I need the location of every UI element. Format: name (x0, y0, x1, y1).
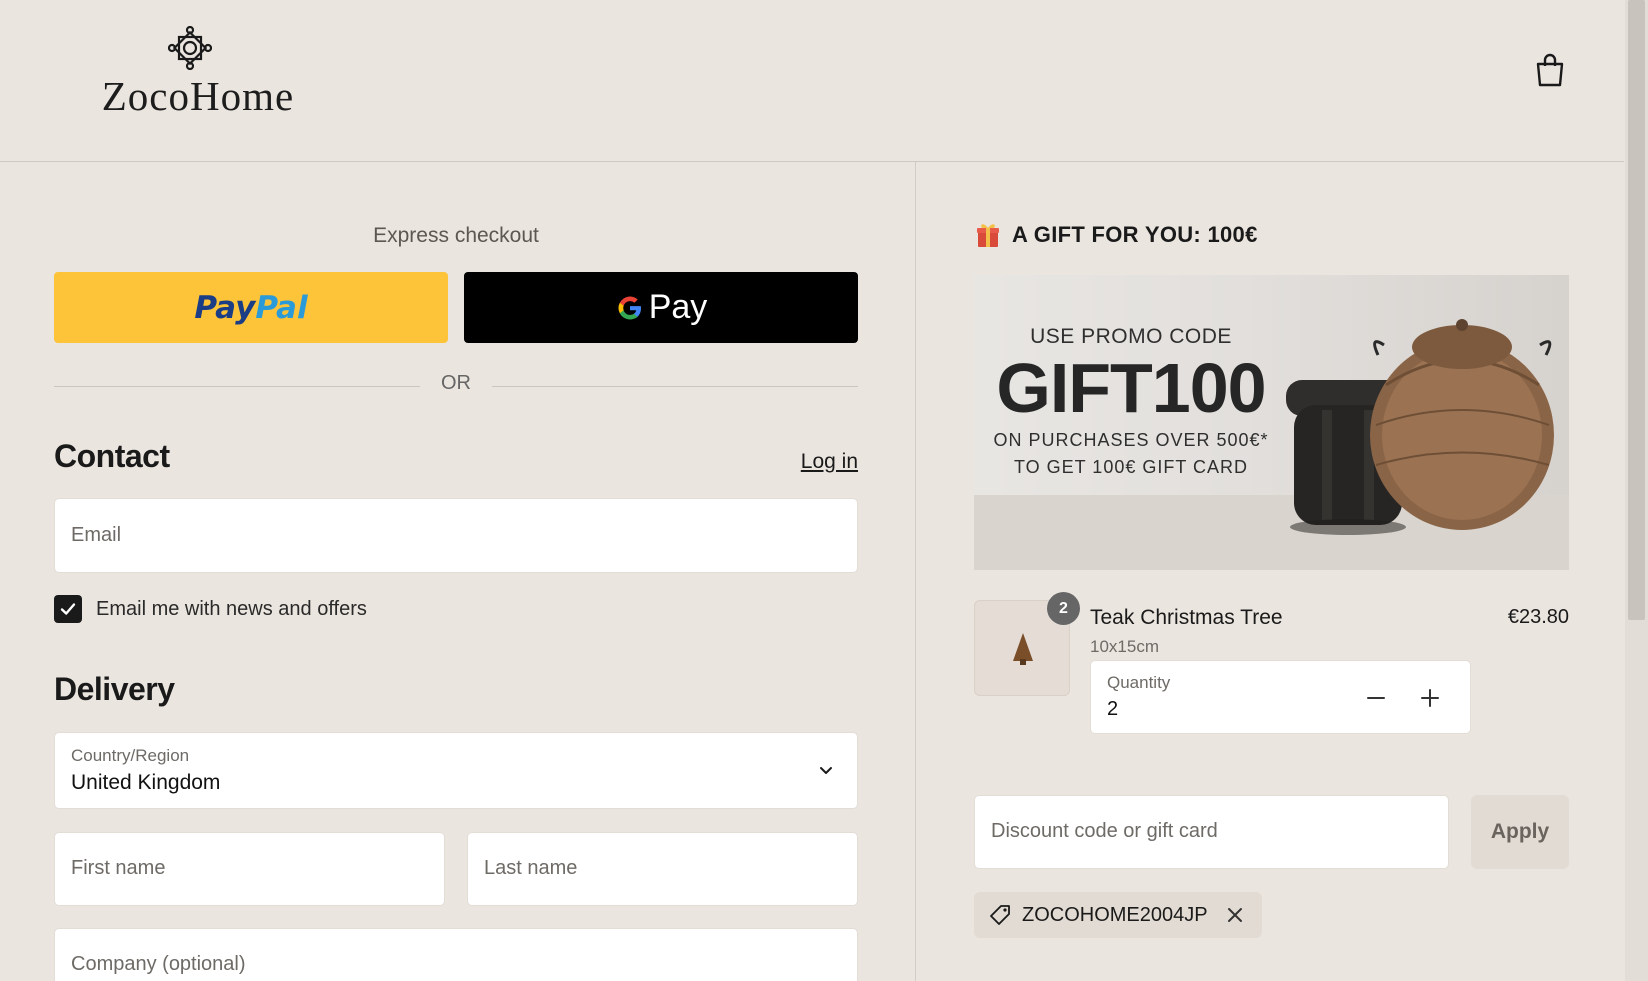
country-value: United Kingdom (71, 771, 221, 794)
minus-icon[interactable] (1363, 685, 1389, 711)
quantity-badge: 2 (1047, 592, 1080, 625)
discount-placeholder: Discount code or gift card (991, 820, 1218, 842)
divider-line (54, 386, 420, 387)
discount-input[interactable]: Discount code or gift card (974, 795, 1449, 869)
or-text: OR (441, 372, 471, 394)
checkmark-icon (60, 603, 76, 615)
site-header: ZocoHome (0, 0, 1624, 162)
email-field[interactable]: Email (54, 498, 858, 573)
checkout-form: Express checkout Pay Pal Pay OR Contact L… (0, 162, 915, 981)
login-link[interactable]: Log in (801, 450, 858, 474)
google-g-icon (618, 296, 641, 319)
chevron-down-icon (820, 767, 832, 774)
quantity-stepper[interactable]: Quantity 2 (1090, 660, 1471, 734)
paypal-logo-text-b: Pal (255, 289, 308, 326)
gift-icon (977, 224, 999, 247)
paypal-logo-text-a: Pay (194, 289, 256, 326)
last-name-field[interactable]: Last name (467, 832, 858, 906)
first-name-field[interactable]: First name (54, 832, 445, 906)
apply-button[interactable]: Apply (1471, 795, 1569, 869)
last-name-placeholder: Last name (484, 857, 578, 879)
promo-banner[interactable]: USE PROMO CODE GIFT100 ON PURCHASES OVER… (974, 275, 1569, 570)
brand-logo[interactable]: ZocoHome (78, 26, 318, 119)
order-summary: A GIFT FOR YOU: 100€ USE PROMO CODE GIFT… (916, 162, 1625, 981)
express-checkout-label: Express checkout (373, 224, 539, 247)
country-label: Country/Region (71, 746, 190, 765)
email-placeholder: Email (71, 524, 122, 546)
applied-discount-chip: ZOCOHOME2004JP (974, 892, 1262, 938)
google-pay-button[interactable]: Pay (464, 272, 858, 343)
newsletter-row: Email me with news and offers (54, 594, 367, 624)
tag-icon (990, 905, 1010, 925)
or-divider: OR (54, 372, 858, 402)
cart-item-price: €23.80 (1507, 606, 1569, 628)
remove-discount-button[interactable] (1226, 906, 1244, 924)
scrollbar-thumb[interactable] (1628, 0, 1645, 620)
first-name-placeholder: First name (71, 857, 166, 879)
scrollbar[interactable] (1625, 0, 1648, 981)
contact-heading: Contact (54, 438, 170, 474)
paypal-button[interactable]: Pay Pal (54, 272, 448, 343)
gift-heading-text: A GIFT FOR YOU: 100€ (1012, 222, 1258, 247)
google-pay-label: Pay (648, 288, 708, 326)
cart-item-variant: 10x15cm (1090, 637, 1159, 656)
company-placeholder: Company (optional) (71, 953, 246, 975)
plus-icon[interactable] (1417, 685, 1443, 711)
applied-discount-code: ZOCOHOME2004JP (1022, 903, 1208, 926)
shopping-bag-icon[interactable] (1534, 52, 1566, 88)
newsletter-checkbox[interactable] (54, 595, 82, 623)
close-icon (1227, 908, 1242, 922)
company-field[interactable]: Company (optional) (54, 928, 858, 981)
promo-product-image (1286, 319, 1554, 535)
newsletter-label: Email me with news and offers (96, 597, 367, 620)
country-select[interactable]: Country/Region United Kingdom (54, 732, 858, 809)
quantity-value[interactable]: 2 (1107, 698, 1118, 721)
cart-item-name: Teak Christmas Tree (1090, 606, 1283, 629)
gift-heading: A GIFT FOR YOU: 100€ (976, 222, 1258, 248)
divider-line (492, 386, 858, 387)
logo-ornament-icon (168, 26, 212, 70)
quantity-label: Quantity (1107, 673, 1171, 692)
brand-name: ZocoHome (101, 73, 295, 119)
delivery-heading: Delivery (54, 671, 175, 707)
